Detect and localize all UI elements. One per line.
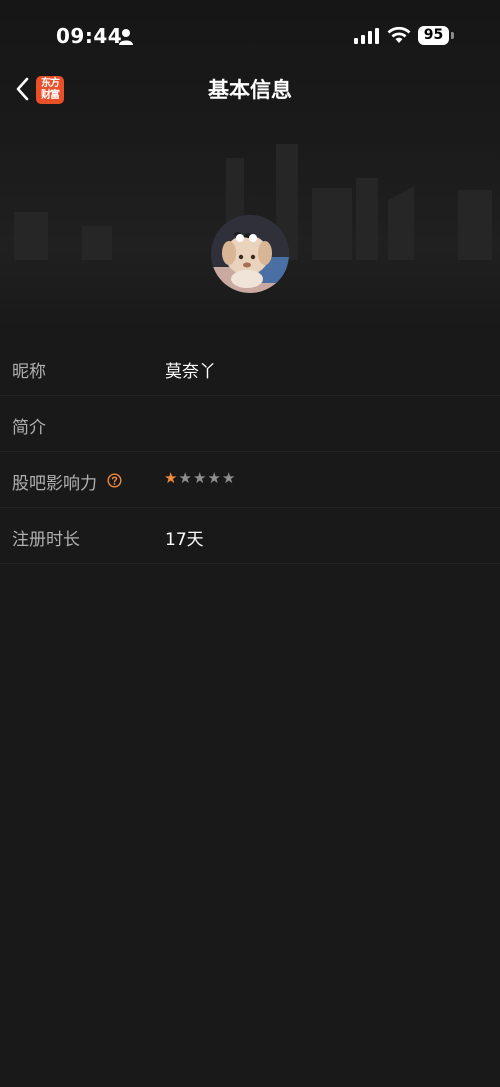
question-circle-icon[interactable]: [107, 473, 122, 488]
avatar[interactable]: [211, 215, 289, 293]
wifi-icon: [387, 26, 411, 43]
registration-duration-value: 17天: [165, 530, 204, 550]
avatar-image: [211, 215, 289, 293]
battery-indicator: 95: [418, 26, 449, 45]
star-icon: ★: [222, 469, 236, 487]
star-icon: ★: [178, 469, 192, 487]
influence-rating: ★★★★★: [164, 469, 237, 487]
status-bar: 09:44 95: [0, 0, 500, 60]
registration-duration-row: 注册时长 17天: [0, 508, 500, 564]
influence-row: 股吧影响力 ★★★★★: [0, 452, 500, 508]
person-icon: [119, 29, 133, 45]
bio-row[interactable]: 简介: [0, 396, 500, 452]
screen: 09:44 95 东方 财富 基本信息 昵称 莫奈丫 简介 股吧影响力 ★★★★…: [0, 0, 500, 1087]
page-title: 基本信息: [208, 78, 292, 102]
star-icon: ★: [207, 469, 221, 487]
nickname-label: 昵称: [12, 362, 46, 382]
nickname-value: 莫奈丫: [165, 362, 216, 382]
battery-cap: [451, 32, 454, 39]
influence-label: 股吧影响力: [12, 474, 97, 494]
nav-bar: 东方 财富 基本信息: [0, 60, 500, 116]
bio-label: 简介: [12, 418, 46, 438]
star-icon: ★: [164, 469, 178, 487]
nickname-row[interactable]: 昵称 莫奈丫: [0, 340, 500, 396]
registration-duration-label: 注册时长: [12, 530, 80, 550]
cellular-signal-icon: [354, 28, 379, 44]
star-icon: ★: [193, 469, 207, 487]
profile-info-list: 昵称 莫奈丫 简介 股吧影响力 ★★★★★ 注册时长 17天: [0, 340, 500, 564]
status-time: 09:44: [56, 24, 123, 48]
